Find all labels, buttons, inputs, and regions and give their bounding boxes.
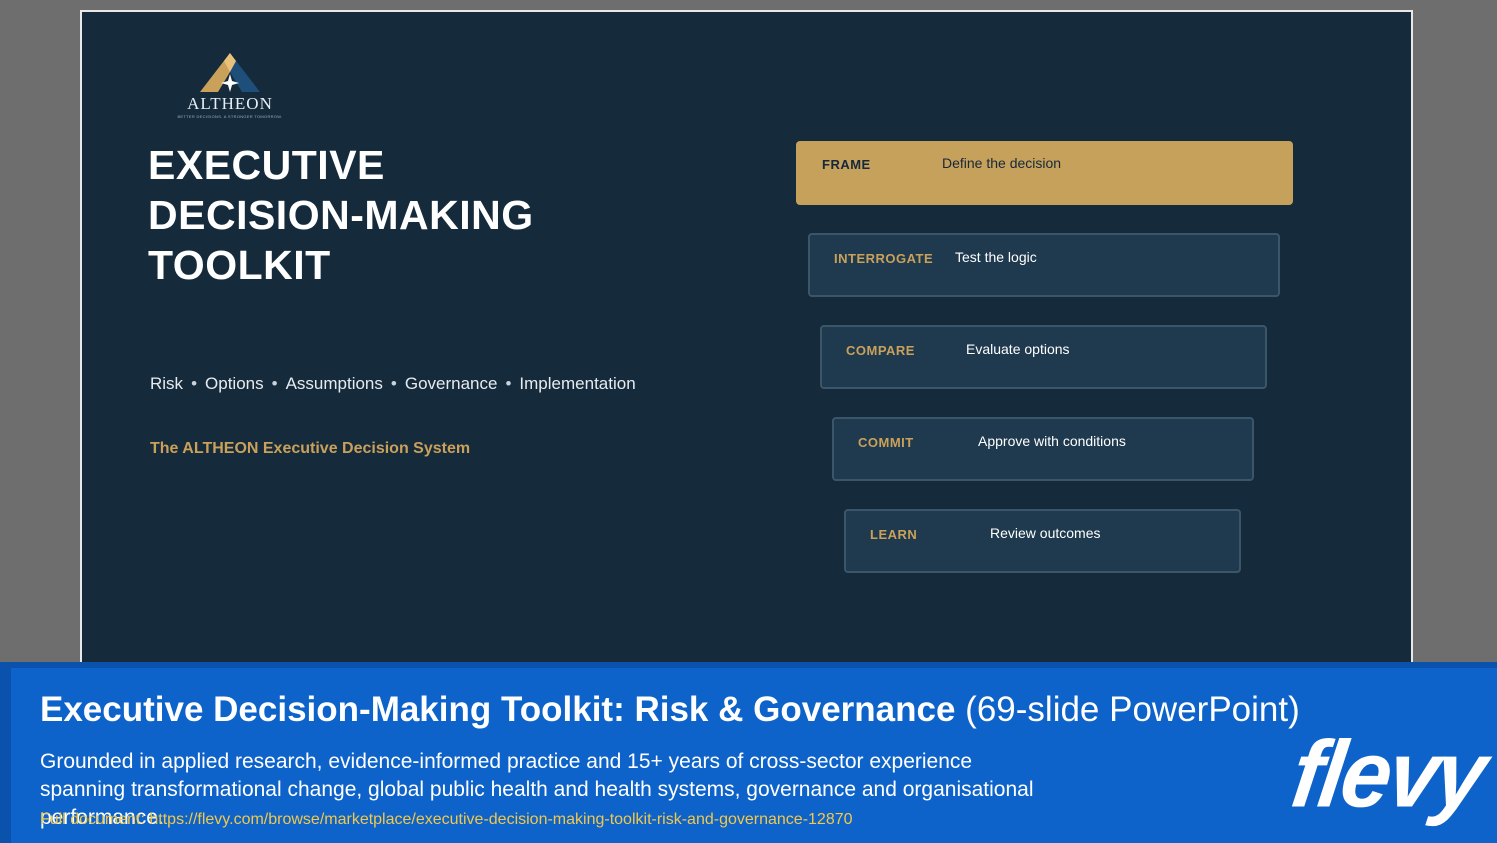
- topic-item: Risk: [150, 374, 184, 393]
- step-description: Review outcomes: [990, 525, 1101, 541]
- topic-item: Implementation: [519, 374, 636, 393]
- product-title: Executive Decision-Making Toolkit: Risk …: [40, 690, 1300, 730]
- step-commit: COMMIT Approve with conditions: [832, 417, 1254, 481]
- product-title-main: Executive Decision-Making Toolkit: Risk …: [40, 690, 956, 729]
- system-name: The ALTHEON Executive Decision System: [150, 440, 471, 457]
- title-line: EXECUTIVE: [148, 142, 385, 188]
- step-description: Evaluate options: [966, 341, 1070, 357]
- topic-item: Governance: [404, 374, 498, 393]
- topic-separator: •: [390, 374, 397, 393]
- step-frame: FRAME Define the decision: [796, 141, 1293, 205]
- step-description: Approve with conditions: [978, 433, 1126, 449]
- topic-separator: •: [191, 374, 198, 393]
- banner-panel: Executive Decision-Making Toolkit: Risk …: [11, 668, 1497, 843]
- title-line: DECISION-MAKING: [148, 192, 534, 238]
- mountain-star-icon: [200, 53, 260, 92]
- slide-title: EXECUTIVE DECISION-MAKING TOOLKIT: [148, 140, 668, 290]
- step-description: Test the logic: [955, 249, 1037, 265]
- topic-list: Risk • Options • Assumptions • Governance • Impl…: [150, 374, 636, 394]
- topic-separator: •: [505, 374, 512, 393]
- step-label: FRAME: [822, 157, 871, 172]
- product-title-format: (69-slide PowerPoint): [965, 690, 1300, 729]
- flevy-logo[interactable]: flevy: [1286, 723, 1491, 828]
- step-description: Define the decision: [942, 155, 1062, 171]
- step-label: INTERROGATE: [834, 251, 934, 266]
- logo-tagline: BETTER DECISIONS. A STRONGER TOMORROW.: [177, 114, 283, 119]
- step-learn: LEARN Review outcomes: [844, 509, 1241, 573]
- product-banner: Executive Decision-Making Toolkit: Risk …: [0, 662, 1497, 843]
- step-label: COMPARE: [846, 343, 915, 358]
- altheon-logo: ALTHEON BETTER DECISIONS. A STRONGER TOM…: [170, 50, 290, 120]
- step-label: LEARN: [870, 527, 918, 542]
- slide: ALTHEON BETTER DECISIONS. A STRONGER TOM…: [80, 10, 1413, 670]
- full-document-link[interactable]: Full document: https://flevy.com/browse/…: [40, 811, 853, 829]
- step-interrogate: INTERROGATE Test the logic: [808, 233, 1280, 297]
- topic-separator: •: [271, 374, 278, 393]
- logo-wordmark: ALTHEON: [187, 94, 273, 113]
- step-compare: COMPARE Evaluate options: [820, 325, 1267, 389]
- topic-item: Assumptions: [285, 374, 383, 393]
- title-line: TOOLKIT: [148, 242, 331, 288]
- topic-item: Options: [205, 374, 264, 393]
- step-label: COMMIT: [858, 435, 914, 450]
